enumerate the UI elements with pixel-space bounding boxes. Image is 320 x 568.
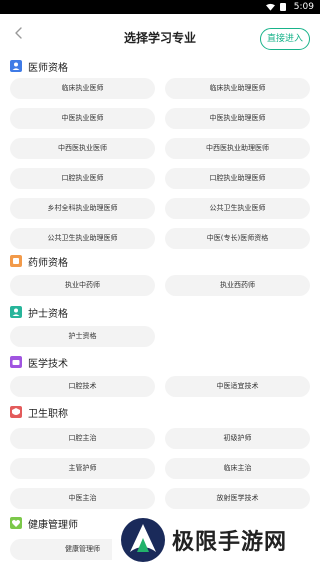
header: 选择学习专业 直接进入: [0, 14, 320, 58]
section-title-medical-tech: 医学技术: [10, 354, 68, 370]
section-label: 卫生职称: [28, 408, 68, 420]
option-chip[interactable]: 中医执业医师: [10, 108, 155, 129]
option-chip[interactable]: 初级护师: [165, 428, 310, 449]
section-label: 医学技术: [28, 358, 68, 370]
option-chip[interactable]: 口腔执业医师: [10, 168, 155, 189]
option-chip[interactable]: 乡村全科执业助理医师: [10, 198, 155, 219]
option-chip[interactable]: 公共卫生执业医师: [165, 198, 310, 219]
option-chip[interactable]: 中医执业助理医师: [165, 108, 310, 129]
option-chip[interactable]: 执业西药师: [165, 275, 310, 296]
doctor-icon: [10, 60, 22, 72]
option-chip[interactable]: 中西医执业医师: [10, 138, 155, 159]
option-chip[interactable]: 临床执业助理医师: [165, 78, 310, 99]
watermark-logo-icon: [121, 518, 165, 562]
option-chip[interactable]: 中医适宜技术: [165, 376, 310, 397]
option-chip[interactable]: 口腔执业助理医师: [165, 168, 310, 189]
section-title-health-manager: 健康管理师: [10, 515, 78, 531]
option-chip[interactable]: 中医主治: [10, 488, 155, 509]
section-label: 护士资格: [28, 308, 68, 320]
section-label: 医师资格: [28, 62, 68, 74]
option-chip[interactable]: 执业中药师: [10, 275, 155, 296]
status-bar: 5:09: [0, 0, 320, 14]
battery-icon: [280, 3, 286, 11]
watermark-text: 极限手游网: [172, 530, 288, 555]
option-chip[interactable]: 护士资格: [10, 326, 155, 347]
section-label: 药师资格: [28, 257, 68, 269]
section-title-health-title: 卫生职称: [10, 404, 68, 420]
watermark: 极限手游网: [112, 512, 320, 568]
option-chip[interactable]: 口腔主治: [10, 428, 155, 449]
health-title-icon: [10, 406, 22, 418]
section-title-nurse: 护士资格: [10, 304, 68, 320]
option-chip[interactable]: 公共卫生执业助理医师: [10, 228, 155, 249]
option-chip[interactable]: 主管护师: [10, 458, 155, 479]
option-chip[interactable]: 放射医学技术: [165, 488, 310, 509]
skip-enter-button[interactable]: 直接进入: [260, 28, 310, 50]
section-label: 健康管理师: [28, 519, 78, 531]
health-manager-icon: [10, 517, 22, 529]
option-chip[interactable]: 中西医执业助理医师: [165, 138, 310, 159]
medical-tech-icon: [10, 356, 22, 368]
option-chip[interactable]: 临床主治: [165, 458, 310, 479]
option-chip[interactable]: 口腔技术: [10, 376, 155, 397]
status-time: 5:09: [293, 2, 314, 12]
option-chip[interactable]: 临床执业医师: [10, 78, 155, 99]
wifi-icon: [266, 3, 275, 11]
option-chip[interactable]: 中医(专长)医师资格: [165, 228, 310, 249]
section-title-doctor: 医师资格: [10, 58, 68, 74]
pharmacist-icon: [10, 255, 22, 267]
section-title-pharmacist: 药师资格: [10, 253, 68, 269]
nurse-icon: [10, 306, 22, 318]
